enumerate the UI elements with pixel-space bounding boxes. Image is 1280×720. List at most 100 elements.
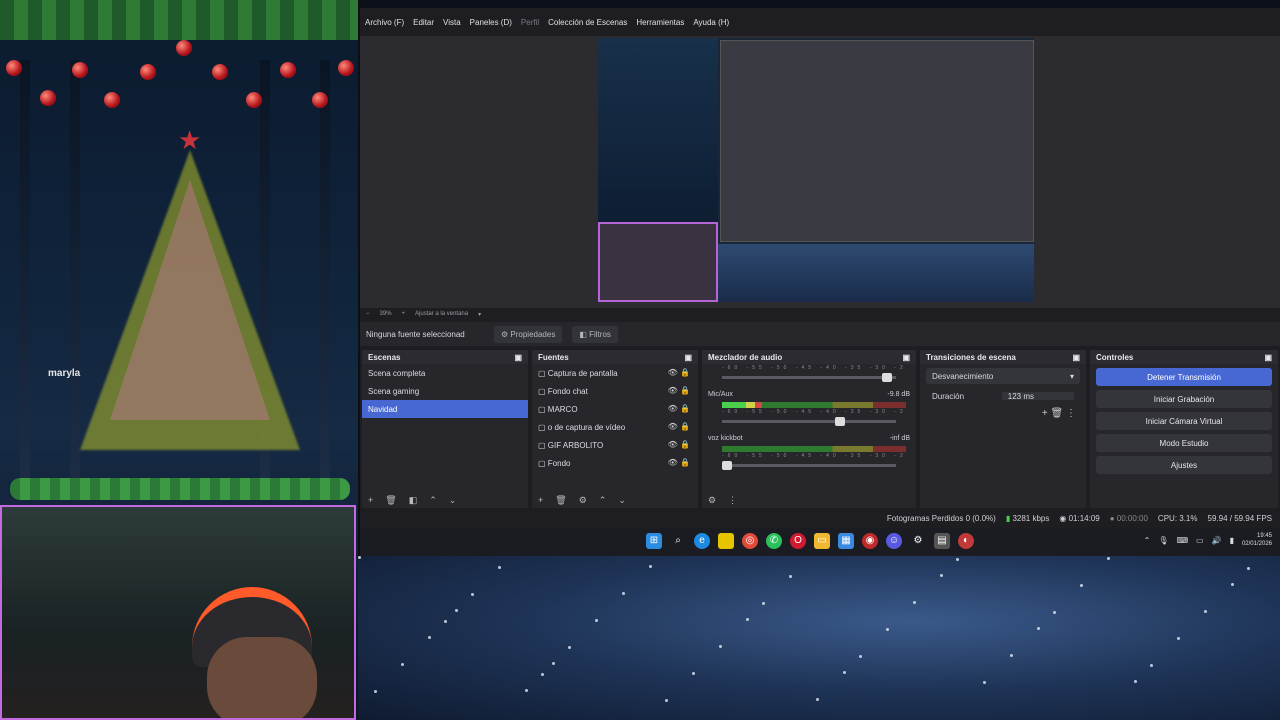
properties-button[interactable]: ⚙ Propiedades: [494, 325, 563, 343]
start-icon[interactable]: ⊞: [646, 533, 662, 549]
scene-item-selected[interactable]: Navidad: [362, 400, 528, 418]
snowflake: [401, 663, 404, 666]
steam-icon[interactable]: ⚙: [910, 533, 926, 549]
source-item[interactable]: ▢ Fondo 👁 🔒: [532, 454, 698, 472]
more-options-icon[interactable]: ⋮: [728, 495, 737, 506]
clock[interactable]: 19:45 02/01/2026: [1242, 532, 1272, 548]
edge-icon[interactable]: e: [694, 533, 710, 549]
move-down-icon[interactable]: ⌄: [449, 495, 457, 506]
eye-lock-icons[interactable]: 👁 🔒: [668, 368, 690, 377]
add-icon[interactable]: +: [1042, 408, 1051, 419]
source-properties-bar: Ninguna fuente seleccionad ⚙ Propiedades…: [360, 322, 1280, 346]
snowflake: [455, 609, 458, 612]
christmas-garland-bottom: [10, 478, 350, 500]
eye-lock-icons[interactable]: 👁 🔒: [668, 440, 690, 449]
eye-lock-icons[interactable]: 👁 🔒: [668, 458, 690, 467]
broadcast-icon: ◉: [1059, 513, 1069, 523]
add-source-icon[interactable]: +: [538, 495, 543, 505]
menu-vista[interactable]: Vista: [443, 18, 461, 27]
store-icon[interactable]: ▦: [838, 533, 854, 549]
panel-dock-icon[interactable]: ▣: [1264, 353, 1272, 362]
eye-lock-icons[interactable]: 👁 🔒: [668, 404, 690, 413]
microphone-icon[interactable]: 🎙: [1158, 536, 1168, 545]
volume-icon[interactable]: 🔊: [1212, 536, 1222, 545]
network-icon[interactable]: ▭: [1196, 536, 1204, 545]
menu-ayuda[interactable]: Ayuda (H): [693, 18, 729, 27]
source-item[interactable]: ▢ Fondo chat 👁 🔒: [532, 382, 698, 400]
app-icon[interactable]: ◉: [862, 533, 878, 549]
zoom-in-icon[interactable]: +: [402, 311, 406, 317]
menu-perfil[interactable]: Perfil: [521, 18, 539, 27]
duration-input[interactable]: 123 ms: [1001, 392, 1074, 401]
snowflake: [1150, 664, 1153, 667]
scene-filters-icon[interactable]: ◧: [409, 495, 418, 506]
menu-herramientas[interactable]: Herramientas: [636, 18, 684, 27]
snowflake: [1247, 567, 1250, 570]
audio-mixer-panel: Mezclador de audio ▣ -60 -55 -50 -45 -40 …: [702, 350, 916, 508]
volume-slider[interactable]: [722, 461, 896, 470]
remove-source-icon[interactable]: 🗑: [555, 495, 566, 506]
snowflake: [428, 636, 431, 639]
preview-canvas[interactable]: [360, 36, 1280, 308]
menu-coleccion-escenas[interactable]: Colección de Escenas: [548, 18, 627, 27]
add-scene-icon[interactable]: +: [368, 495, 373, 505]
scene-item[interactable]: Scena gaming: [362, 382, 528, 400]
move-up-icon[interactable]: ⌃: [429, 495, 437, 506]
snowflake: [983, 681, 986, 684]
source-item[interactable]: ▢ o de captura de vídeo 👁 🔒: [532, 418, 698, 436]
discord-icon[interactable]: ☺: [886, 533, 902, 549]
advanced-audio-icon[interactable]: ⚙: [708, 495, 716, 506]
source-settings-icon[interactable]: ⚙: [579, 495, 587, 506]
battery-icon[interactable]: ▮: [1230, 536, 1234, 545]
source-item[interactable]: ▢ GIF ARBOLITO 👁 🔒: [532, 436, 698, 454]
stop-streaming-button[interactable]: Detener Transmisión: [1096, 368, 1272, 386]
whatsapp-icon[interactable]: ✆: [766, 533, 782, 549]
snowflake: [444, 620, 447, 623]
snowflake: [498, 566, 501, 569]
volume-slider[interactable]: [722, 373, 896, 382]
snowflake: [843, 671, 846, 674]
opera-icon[interactable]: O: [790, 533, 806, 549]
menu-editar[interactable]: Editar: [413, 18, 434, 27]
snowflake: [374, 690, 377, 693]
panel-dock-icon[interactable]: ▣: [514, 353, 522, 362]
chevron-up-icon[interactable]: ⌃: [1144, 536, 1151, 545]
trash-icon[interactable]: 🗑: [1051, 408, 1066, 419]
controls-panel: Controles ▣ Detener Transmisión Iniciar G…: [1090, 350, 1278, 508]
scene-item[interactable]: Scena completa: [362, 364, 528, 382]
keyboard-icon[interactable]: ⌨: [1176, 536, 1188, 545]
obs-icon[interactable]: ◐: [958, 533, 974, 549]
sticky-notes-icon[interactable]: [718, 533, 734, 549]
fit-window-dropdown[interactable]: Ajustar a la ventana: [415, 311, 468, 317]
studio-mode-button[interactable]: Modo Estudio: [1096, 434, 1272, 452]
app-icon-2[interactable]: ▤: [934, 533, 950, 549]
move-up-icon[interactable]: ⌃: [599, 495, 607, 506]
eye-lock-icons[interactable]: 👁 🔒: [668, 386, 690, 395]
source-item[interactable]: ▢ MARCO 👁 🔒: [532, 400, 698, 418]
file-explorer-icon[interactable]: ▭: [814, 533, 830, 549]
menu-paneles[interactable]: Paneles (D): [470, 18, 512, 27]
move-down-icon[interactable]: ⌄: [618, 495, 626, 506]
search-icon[interactable]: ⌕: [670, 533, 686, 549]
audio-meter: [722, 446, 906, 452]
duration-row: Duración 123 ms: [926, 388, 1080, 404]
panel-dock-icon[interactable]: ▣: [684, 353, 692, 362]
settings-button[interactable]: Ajustes: [1096, 456, 1272, 474]
volume-slider[interactable]: [722, 417, 896, 426]
panel-dock-icon[interactable]: ▣: [902, 353, 910, 362]
chevron-down-icon[interactable]: ▾: [478, 311, 481, 318]
snowflake: [595, 619, 598, 622]
start-virtual-camera-button[interactable]: Iniciar Cámara Virtual: [1096, 412, 1272, 430]
source-item[interactable]: ▢ Captura de pantalla 👁 🔒: [532, 364, 698, 382]
chrome-icon[interactable]: ◎: [742, 533, 758, 549]
more-options-icon[interactable]: ⋮: [1066, 408, 1076, 419]
remove-scene-icon[interactable]: 🗑: [385, 495, 396, 506]
filters-button[interactable]: ◧ Filtros: [572, 325, 618, 343]
transition-select[interactable]: Desvanecimiento ▾: [926, 368, 1080, 384]
eye-lock-icons[interactable]: 👁 🔒: [668, 422, 690, 431]
meter-scale: -60 -55 -50 -45 -40 -35 -30 -25 -20 -15 …: [722, 453, 906, 459]
zoom-out-icon[interactable]: −: [366, 311, 370, 317]
panel-dock-icon[interactable]: ▣: [1072, 353, 1080, 362]
start-recording-button[interactable]: Iniciar Grabación: [1096, 390, 1272, 408]
menu-archivo[interactable]: Archivo (F): [365, 18, 404, 27]
